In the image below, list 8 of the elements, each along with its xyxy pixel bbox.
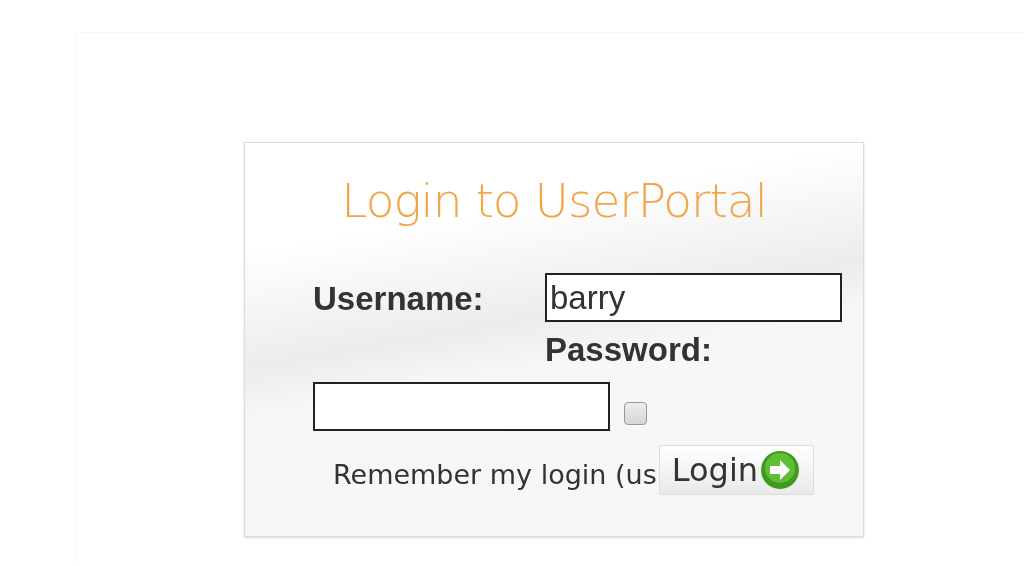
password-field[interactable] [313,382,610,431]
username-label: Username: [313,279,485,319]
username-field[interactable]: barry [545,273,842,322]
login-button[interactable]: Login [658,445,814,495]
remember-checkbox[interactable] [624,402,647,425]
password-label: Password: [545,330,713,370]
remember-label: Remember my login (us [333,458,657,492]
login-title: Login to UserPortal [340,172,768,230]
